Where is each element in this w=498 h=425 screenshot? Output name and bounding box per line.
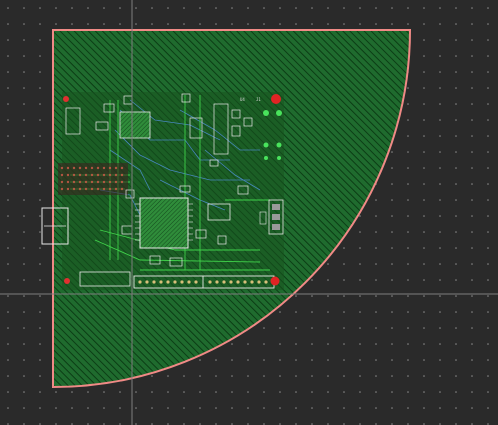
mounting-hole-top-left[interactable] (63, 96, 69, 102)
main-mcu-chip[interactable] (135, 197, 193, 249)
label-j1: J1 (256, 97, 261, 102)
label-u4: U4 (240, 97, 245, 102)
small-ic[interactable] (119, 111, 151, 139)
mounting-hole-bottom-right[interactable] (270, 276, 280, 286)
mounting-hole-bottom-left[interactable] (64, 278, 70, 284)
component-area: U4 J1 (41, 92, 284, 290)
mounting-hole-top-right[interactable] (271, 94, 281, 104)
pcb-editor-canvas[interactable]: U4 J1 (0, 0, 498, 425)
